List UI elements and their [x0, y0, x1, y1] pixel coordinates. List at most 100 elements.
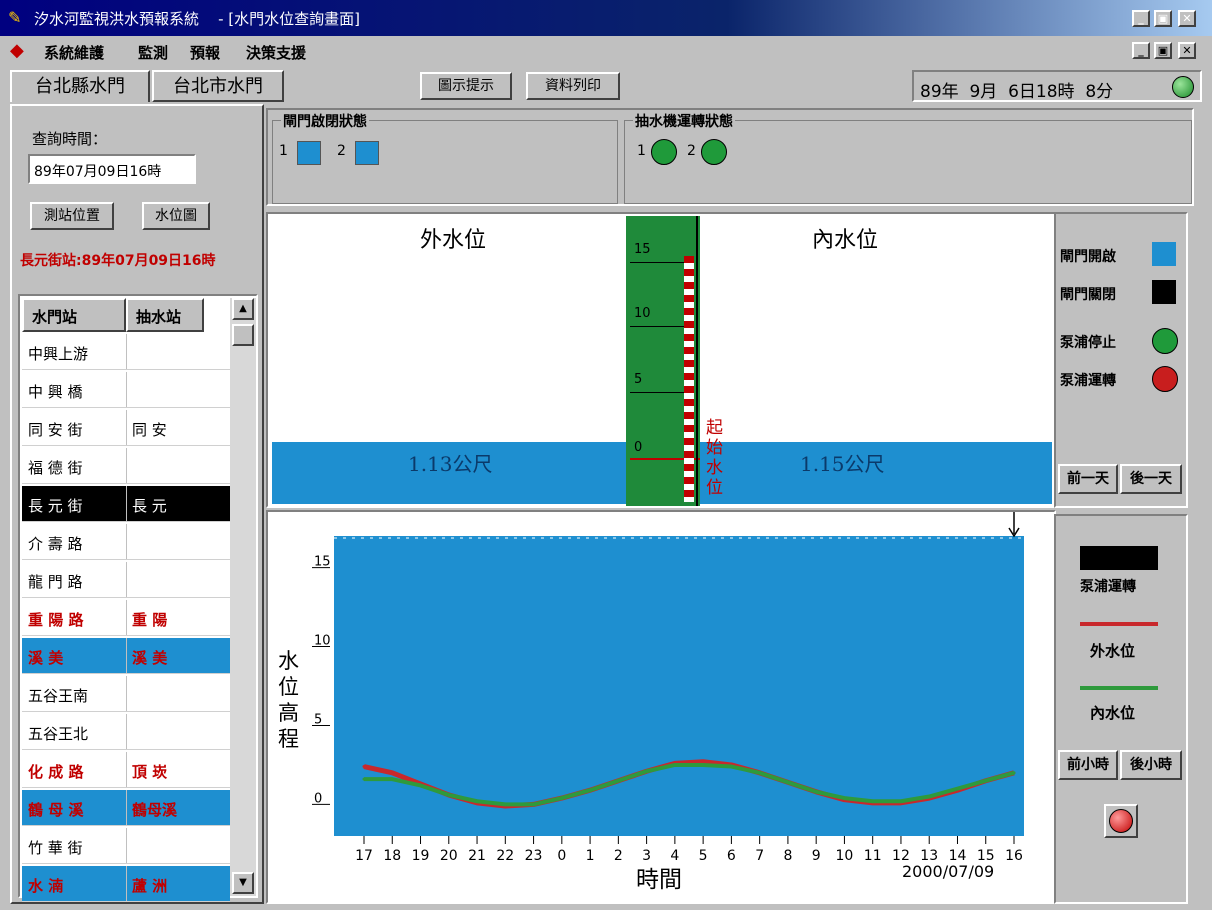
chart-x-tick-label: 18: [383, 848, 401, 864]
inner-level-value: 1.15公尺: [800, 452, 885, 476]
next-hour-button[interactable]: 後小時: [1120, 750, 1182, 780]
legend-inner-line: [1080, 686, 1158, 690]
clock-panel: 89年 9月 6日18時 8分: [912, 70, 1202, 102]
query-time-label: 查詢時間：: [32, 130, 108, 148]
legend-gate-open-label: 閘門開啟: [1060, 249, 1116, 265]
station-row[interactable]: 長 元 街長 元: [22, 486, 230, 522]
chart-panel: 15 10 5 0 17 18 19 20 21 22 23 0 1 2 3 4 5 6 7 8 9 10 11 12 13 14…: [266, 510, 1056, 904]
menu-item-monitor[interactable]: 監測: [138, 42, 168, 63]
station-row[interactable]: 龍 門 路: [22, 562, 230, 598]
station-row[interactable]: 福 德 街: [22, 448, 230, 484]
outer-level-label: 外水位: [420, 228, 487, 253]
station-row[interactable]: 化 成 路頂 崁: [22, 752, 230, 788]
next-day-button[interactable]: 後一天: [1120, 464, 1182, 494]
alarm-button[interactable]: [1104, 804, 1138, 838]
station-location-button[interactable]: 測站位置: [30, 202, 114, 230]
station-gate-name: 長 元 街: [28, 497, 83, 515]
tab-taipei-city[interactable]: 台北市水門: [152, 70, 284, 102]
chart-x-tick-label: 22: [496, 848, 514, 864]
status-light-icon: [1172, 76, 1194, 98]
pump-status-group: 抽水機運轉狀態 1 2: [624, 111, 1192, 204]
menu-item-system[interactable]: 系統維護: [44, 42, 104, 63]
station-row[interactable]: 中 興 橋: [22, 372, 230, 408]
station-row[interactable]: 溪 美溪 美: [22, 638, 230, 674]
inner-level-series-point: [984, 779, 988, 783]
chart-xlabel: 時間: [636, 867, 682, 893]
station-gate-name: 龍 門 路: [28, 573, 83, 591]
scroll-thumb[interactable]: [232, 324, 254, 346]
station-row[interactable]: 重 陽 路重 陽: [22, 600, 230, 636]
legend-gate-closed-swatch: [1152, 280, 1176, 304]
station-pump-name: 重 陽: [132, 611, 168, 629]
station-gate-name: 溪 美: [28, 649, 64, 667]
list-header-pump[interactable]: 抽水站: [126, 298, 204, 332]
chart-ylabel: 水位高程: [278, 649, 299, 751]
inner-level-series-point: [532, 802, 536, 806]
station-row[interactable]: 五谷王南: [22, 676, 230, 712]
list-scrollbar[interactable]: ▲ ▼: [230, 298, 256, 896]
query-time-value: 89年07月09日16時: [34, 164, 162, 180]
pump-1-indicator: [651, 139, 677, 165]
station-row[interactable]: 五谷王北: [22, 714, 230, 750]
query-time-input[interactable]: 89年07月09日16時: [28, 154, 196, 184]
menu-item-decision[interactable]: 決策支援: [246, 42, 306, 63]
water-level-chart: 15105017 18 19 20 21 22 23 0 1 2 3 4 5 6 7 8 9 10 11 12 13 14…: [312, 512, 1024, 864]
inner-level-series-point: [616, 779, 620, 783]
station-row[interactable]: 同 安 街同 安: [22, 410, 230, 446]
legend-bottom-pump-run-label: 泵浦運轉: [1080, 579, 1136, 595]
mdi-minimize-button[interactable]: _: [1132, 42, 1150, 59]
chart-x-tick-label: 0: [557, 848, 566, 864]
station-row[interactable]: 竹 華 街: [22, 828, 230, 864]
prev-day-button[interactable]: 前一天: [1058, 464, 1118, 494]
station-gate-name: 福 德 街: [28, 459, 83, 477]
window-title: 汐水河監視洪水預報系統 - [水門水位查詢畫面]: [34, 10, 360, 28]
list-header-gate[interactable]: 水門站: [22, 298, 126, 332]
inner-level-series-point: [475, 799, 479, 803]
tab-taipei-county[interactable]: 台北縣水門: [10, 70, 150, 102]
station-gate-name: 介 壽 路: [28, 535, 83, 553]
close-button[interactable]: ✕: [1178, 10, 1196, 27]
legend-pump-run-label: 泵浦運轉: [1060, 373, 1116, 389]
prev-hour-button[interactable]: 前小時: [1058, 750, 1118, 780]
inner-level-series-point: [1012, 771, 1016, 775]
station-row[interactable]: 中興上游: [22, 334, 230, 370]
inner-level-series-point: [503, 802, 507, 806]
menu-bar: ◆ 系統維護 監測 預報 決策支援 _ ▣ ✕: [0, 36, 1212, 66]
water-level-chart-button[interactable]: 水位圖: [142, 202, 210, 230]
station-pump-name: 長 元: [132, 497, 167, 515]
chart-y-tick-label: 5: [314, 712, 322, 727]
station-status-line: 長元街站:89年07月09日16時: [20, 253, 216, 269]
station-row[interactable]: 鶴 母 溪 鶴母溪: [22, 790, 230, 826]
station-row[interactable]: 水 湳蘆 洲: [22, 866, 230, 902]
mdi-restore-button[interactable]: ▣: [1154, 42, 1172, 59]
chart-x-tick-label: 6: [727, 848, 736, 864]
pump-1-label: 1: [637, 143, 646, 159]
station-pump-name: 同 安: [132, 421, 167, 439]
scroll-down-button[interactable]: ▼: [232, 872, 254, 894]
app-icon: ✎: [8, 8, 22, 27]
gate-2-label: 2: [337, 143, 346, 159]
station-pump-name: 溪 美: [132, 649, 168, 667]
chart-x-tick-label: 8: [783, 848, 792, 864]
legend-gate-closed-label: 閘門關閉: [1060, 287, 1116, 303]
chart-x-tick-label: 5: [699, 848, 708, 864]
station-row[interactable]: 介 壽 路: [22, 524, 230, 560]
chart-x-tick-label: 10: [836, 848, 854, 864]
station-gate-name: 水 湳: [28, 877, 64, 895]
clock-text: 89年 9月 6日18時 8分: [920, 82, 1114, 102]
maximize-button[interactable]: ▣: [1154, 10, 1172, 27]
print-button[interactable]: 資料列印: [526, 72, 620, 100]
mdi-close-button[interactable]: ✕: [1178, 42, 1196, 59]
minimize-button[interactable]: _: [1132, 10, 1150, 27]
inner-level-series-point: [588, 788, 592, 792]
hint-button[interactable]: 圖示提示: [420, 72, 512, 100]
gauge-center-line: [696, 216, 698, 506]
station-gate-name: 中 興 橋: [28, 383, 83, 401]
menu-item-forecast[interactable]: 預報: [190, 42, 220, 63]
legend-pump-stop-swatch: [1152, 328, 1178, 354]
inner-level-series-point: [871, 799, 875, 803]
inner-level-series-point: [899, 799, 903, 803]
scroll-up-button[interactable]: ▲: [232, 298, 254, 320]
inner-level-series-point: [673, 763, 677, 767]
inner-level-series-point: [560, 796, 564, 800]
